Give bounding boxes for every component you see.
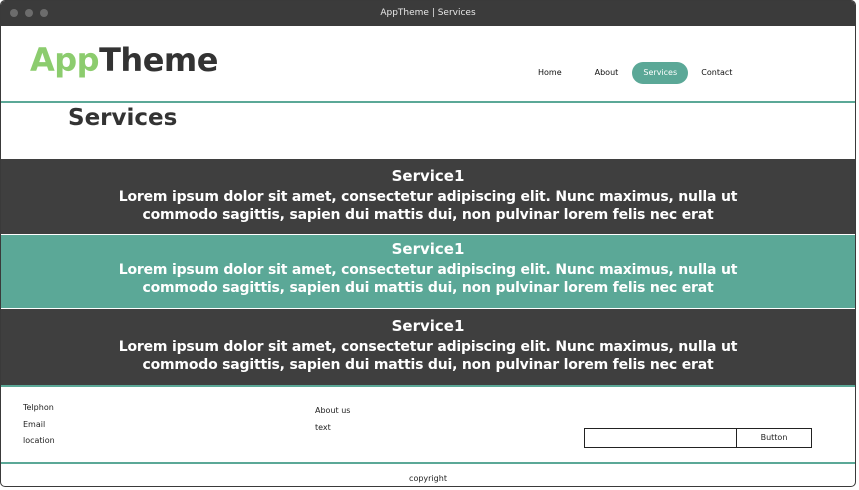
window-title: AppTheme | Services [380, 8, 476, 18]
title-bar: AppTheme | Services [1, 1, 855, 26]
service-description: Lorem ipsum dolor sit amet, consectetur … [118, 262, 738, 296]
service-title: Service1 [391, 240, 465, 258]
main-nav: Home About Services Contact [526, 62, 744, 84]
logo-app-text: App [30, 41, 100, 79]
footer-about-us[interactable]: About us [315, 406, 350, 423]
footer-input[interactable] [584, 428, 737, 448]
browser-window: AppTheme | Services AppTheme Home About … [0, 0, 856, 487]
footer-telephone: Telphon [23, 403, 54, 412]
logo[interactable]: AppTheme [30, 41, 218, 79]
page-title: Services [68, 105, 178, 131]
footer-button[interactable]: Button [736, 428, 812, 448]
logo-theme-text: Theme [99, 41, 218, 79]
service-description: Lorem ipsum dolor sit amet, consectetur … [118, 189, 738, 223]
footer-contact-list: Telphon Email location [23, 403, 55, 453]
site-header: AppTheme Home About Services Contact [1, 26, 855, 103]
copyright-text: copyright [409, 474, 447, 483]
footer-about-text: text [315, 423, 331, 432]
footer-email: Email [23, 419, 46, 429]
service-title: Service1 [391, 167, 465, 185]
service-description: Lorem ipsum dolor sit amet, consectetur … [118, 339, 738, 373]
nav-about[interactable]: About [583, 62, 631, 84]
nav-services[interactable]: Services [632, 62, 689, 84]
service-title: Service1 [391, 317, 465, 335]
nav-home[interactable]: Home [526, 62, 574, 84]
footer-location: location [23, 436, 55, 445]
service-section: Service1 Lorem ipsum dolor sit amet, con… [1, 159, 855, 234]
service-section: Service1 Lorem ipsum dolor sit amet, con… [1, 235, 855, 308]
site-footer: Telphon Email location About us text But… [1, 385, 855, 464]
footer-about-list: About us text [315, 406, 350, 440]
nav-contact[interactable]: Contact [689, 62, 744, 84]
service-section: Service1 Lorem ipsum dolor sit amet, con… [1, 309, 855, 385]
